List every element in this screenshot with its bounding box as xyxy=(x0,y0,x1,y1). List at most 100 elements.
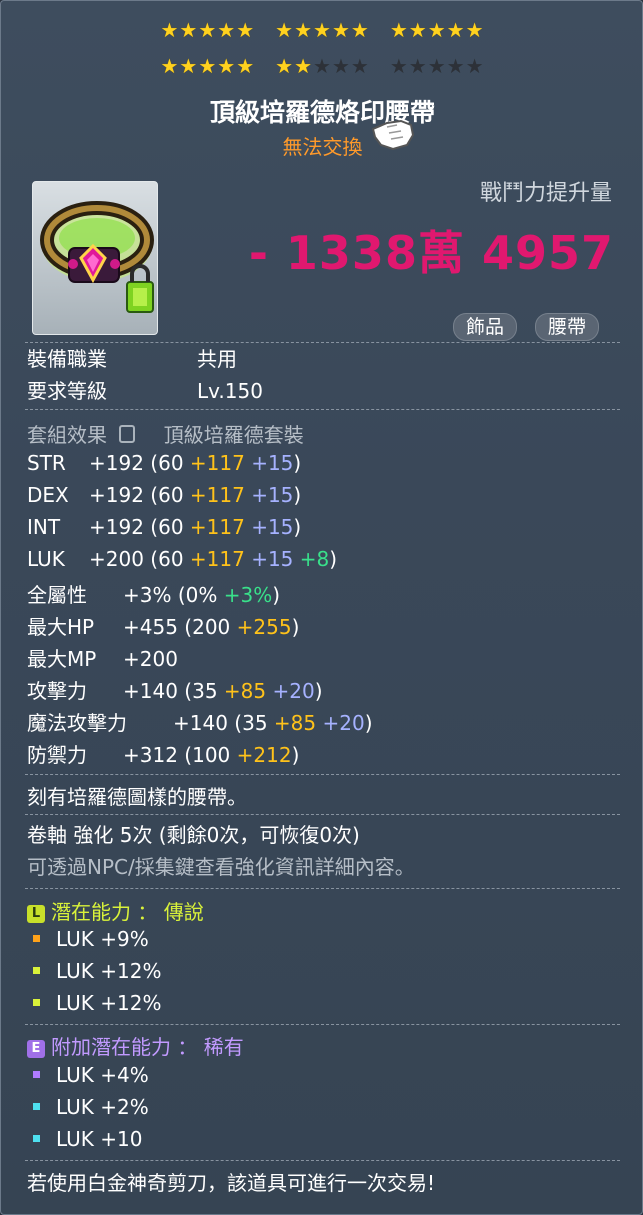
legendary-potential-icon: L xyxy=(27,905,45,923)
scroll-hint: 可透過NPC/採集鍵查看強化資訊詳細內容。 xyxy=(27,855,415,879)
stat-name: INT xyxy=(27,515,61,539)
pink-gem-belt-icon xyxy=(40,201,154,313)
category-tag: 飾品 xyxy=(453,313,518,341)
potential-line: LUK +12% xyxy=(33,959,161,983)
star-filled-icon: ★ xyxy=(294,54,314,78)
stat-breakdown: ) xyxy=(293,451,302,475)
star-filled-icon: ★ xyxy=(198,18,218,42)
potential-header: L 潛在能力 ： 傳說 xyxy=(27,896,204,925)
star-empty-icon: ★ xyxy=(446,54,466,78)
stat-breakdown: +3% xyxy=(223,583,273,607)
stat-breakdown: +85 xyxy=(273,711,317,735)
stat-total: +192 xyxy=(89,451,151,475)
star-group: ★★★★★ xyxy=(390,55,485,77)
stat-row: INT +192 (60 +117 +15) xyxy=(27,515,301,539)
potential-line: LUK +2% xyxy=(33,1095,149,1119)
star-empty-icon: ★ xyxy=(408,54,428,78)
star-empty-icon: ★ xyxy=(313,54,332,78)
bullet-icon xyxy=(33,999,40,1006)
star-filled-icon: ★ xyxy=(350,18,370,42)
star-group: ★★★★★ xyxy=(275,55,370,77)
star-filled-icon: ★ xyxy=(179,18,199,42)
combat-power-label: 戰鬥力提升量 xyxy=(479,181,612,206)
stat-row: 最大MP +200 xyxy=(27,643,178,672)
stat-breakdown: (35 xyxy=(184,679,224,703)
stat-name: 魔法攻擊力 xyxy=(27,711,127,735)
stat-name: DEX xyxy=(27,483,69,507)
bullet-icon xyxy=(33,935,40,942)
bonus-potential-title: 附加潛在能力 ： 稀有 xyxy=(51,1035,244,1059)
stat-total: +455 xyxy=(123,615,185,639)
stat-breakdown: ) xyxy=(314,679,323,703)
bullet-icon xyxy=(33,1135,40,1142)
stat-name: 最大MP xyxy=(27,647,97,671)
separator xyxy=(25,1160,620,1161)
req-job-value: 共用 xyxy=(197,347,237,371)
trade-status: 無法交換 xyxy=(282,135,363,159)
stat-breakdown: +15 xyxy=(244,451,294,475)
set-effect-value: 頂級培羅德套裝 xyxy=(163,423,304,447)
star-filled-icon: ★ xyxy=(408,18,428,42)
stat-breakdown: ) xyxy=(329,547,338,571)
stat-row: 全屬性 +3% (0% +3%) xyxy=(27,579,280,608)
type-tag: 腰帶 xyxy=(535,313,600,341)
star-filled-icon: ★ xyxy=(198,54,218,78)
stat-breakdown: +8 xyxy=(293,547,330,571)
stat-total: +200 xyxy=(123,647,178,671)
separator xyxy=(25,409,620,410)
star-filled-icon: ★ xyxy=(236,18,256,42)
potential-value: LUK +12% xyxy=(56,991,162,1015)
star-group: ★★★★★ xyxy=(160,55,255,77)
stat-breakdown: (60 xyxy=(150,547,190,571)
stat-breakdown: +212 xyxy=(236,743,292,767)
stat-breakdown: +117 xyxy=(189,515,245,539)
stat-name: STR xyxy=(27,451,66,475)
stat-name: LUK xyxy=(27,547,65,571)
star-filled-icon: ★ xyxy=(389,18,409,42)
star-filled-icon: ★ xyxy=(275,18,295,42)
stat-breakdown: +117 xyxy=(189,547,245,571)
potential-title: 潛在能力 ： 傳說 xyxy=(51,900,204,924)
star-filled-icon: ★ xyxy=(217,54,237,78)
stat-row: 魔法攻擊力 +140 (35 +85 +20) xyxy=(27,707,373,736)
stat-breakdown: +20 xyxy=(266,679,315,703)
star-empty-icon: ★ xyxy=(427,54,447,78)
req-level-row: 要求等級 Lv.150 xyxy=(27,375,263,404)
star-empty-icon: ★ xyxy=(350,54,370,78)
stat-name: 防禦力 xyxy=(27,743,87,767)
star-empty-icon: ★ xyxy=(465,54,485,78)
stat-row: 攻擊力 +140 (35 +85 +20) xyxy=(27,675,323,704)
stat-breakdown: (0% xyxy=(177,583,224,607)
star-filled-icon: ★ xyxy=(160,54,180,78)
potential-line: LUK +10 xyxy=(33,1127,142,1151)
stat-breakdown: (200 xyxy=(184,615,237,639)
potential-value: LUK +10 xyxy=(56,1127,143,1151)
item-description: 刻有培羅德圖樣的腰帶。 xyxy=(27,785,247,809)
star-filled-icon: ★ xyxy=(160,18,180,42)
stat-breakdown: +20 xyxy=(316,711,365,735)
bonus-potential-header: E 附加潛在能力 ： 稀有 xyxy=(27,1031,244,1060)
potential-value: LUK +12% xyxy=(56,959,162,983)
stat-total: +140 xyxy=(123,679,185,703)
stat-breakdown: ) xyxy=(291,615,300,639)
star-filled-icon: ★ xyxy=(217,18,237,42)
stat-breakdown: (100 xyxy=(184,743,237,767)
item-icon-frame xyxy=(32,181,158,335)
req-job-label: 裝備職業 xyxy=(27,347,107,371)
potential-value: LUK +4% xyxy=(56,1063,149,1087)
stat-breakdown: (60 xyxy=(150,451,190,475)
stat-breakdown: +117 xyxy=(189,483,245,507)
combat-power-value: - 1338萬 4957 xyxy=(248,226,614,280)
stat-breakdown: (35 xyxy=(234,711,274,735)
stat-breakdown: ) xyxy=(364,711,373,735)
separator xyxy=(25,888,620,889)
stat-name: 全屬性 xyxy=(27,583,87,607)
potential-value: LUK +2% xyxy=(56,1095,149,1119)
scroll-upgrade-info: 卷軸 強化 5次 (剩餘0次，可恢復0次) xyxy=(27,823,360,847)
stat-row: DEX +192 (60 +117 +15) xyxy=(27,483,301,507)
item-name: 頂級培羅德烙印腰帶 xyxy=(209,98,435,127)
bullet-icon xyxy=(33,967,40,974)
star-empty-icon: ★ xyxy=(331,54,351,78)
stat-name: 最大HP xyxy=(27,615,95,639)
stat-total: +200 xyxy=(89,547,151,571)
